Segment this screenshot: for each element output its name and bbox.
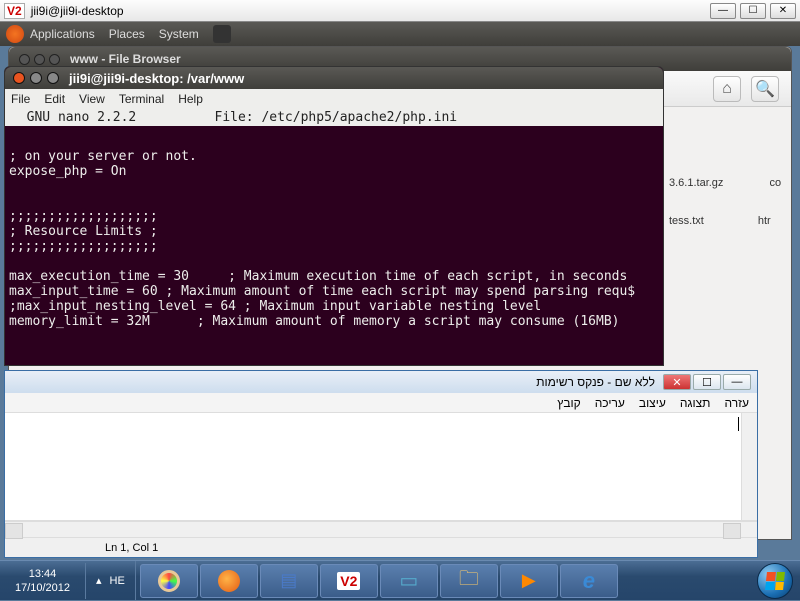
file-item[interactable]: 3.6.1.tar.gz co (669, 177, 791, 189)
fb-close-button[interactable] (19, 54, 30, 65)
vnc-title: jii9i@jii9i-desktop (31, 4, 124, 18)
file-item[interactable]: ph (669, 277, 791, 289)
gnome-menu-applications[interactable]: Applications (30, 27, 95, 41)
windows-taskbar: 13:44 17/10/2012 ▴ HE ▤ V2 ▭ 🗀 ▶ e (0, 560, 800, 600)
text-cursor (738, 417, 739, 431)
ie-icon: e (583, 568, 595, 594)
terminal-menu-view[interactable]: View (79, 92, 105, 106)
fb-minimize-button[interactable] (34, 54, 45, 65)
notepad-title: ללא שם - פנקס רשימות (11, 375, 663, 389)
gnome-panel: Applications Places System (0, 22, 800, 46)
tray-expand-icon[interactable]: ▴ (96, 574, 102, 587)
taskbar-time: 13:44 (0, 567, 85, 581)
paint-icon (158, 570, 180, 592)
file-label: 3.6.1.tar.gz (669, 177, 723, 189)
fb-home-button[interactable]: ⌂ (713, 76, 741, 102)
vnc-titlebar: V2 jii9i@jii9i-desktop — ☐ ✕ (0, 0, 800, 22)
taskbar-mediaplayer-button[interactable]: ▶ (500, 564, 558, 598)
gnome-menu-places[interactable]: Places (109, 27, 145, 41)
terminal-menu-file[interactable]: File (11, 92, 30, 106)
taskbar-vnc-button[interactable]: V2 (320, 564, 378, 598)
file-label: tess.txt (669, 215, 704, 227)
notepad-menu-file[interactable]: קובץ (557, 396, 580, 410)
taskbar-wordpad-button[interactable]: ▤ (260, 564, 318, 598)
windows-orb-icon (757, 563, 793, 599)
notepad-menubar: קובץ עריכה עיצוב תצוגה עזרה (5, 393, 757, 413)
file-label: co (769, 177, 781, 189)
start-button[interactable] (750, 561, 800, 601)
terminal-close-button[interactable] (13, 72, 25, 84)
wordpad-icon: ▤ (280, 570, 297, 591)
taskbar-ie-button[interactable]: e (560, 564, 618, 598)
terminal-title: jii9i@jii9i-desktop: /var/www (69, 71, 244, 86)
notepad-icon: ▭ (399, 568, 418, 593)
firefox-icon (218, 570, 240, 592)
notepad-menu-view[interactable]: תצוגה (680, 396, 711, 410)
terminal-content[interactable]: ; on your server or not. expose_php = On… (5, 126, 663, 337)
vnc-maximize-button[interactable]: ☐ (740, 3, 766, 19)
taskbar-explorer-button[interactable]: 🗀 (440, 564, 498, 598)
vnc-close-button[interactable]: ✕ (770, 3, 796, 19)
notepad-menu-help[interactable]: עזרה (724, 396, 749, 410)
notepad-maximize-button[interactable]: ☐ (693, 374, 721, 390)
notepad-minimize-button[interactable]: — (723, 374, 751, 390)
taskbar-firefox-button[interactable] (200, 564, 258, 598)
notepad-titlebar[interactable]: ✕ ☐ — ללא שם - פנקס רשימות (5, 371, 757, 393)
file-item[interactable]: tess.txt htr (669, 215, 791, 227)
fb-search-button[interactable]: 🔍 (751, 76, 779, 102)
taskbar-paint-button[interactable] (140, 564, 198, 598)
terminal-menu-edit[interactable]: Edit (44, 92, 65, 106)
gnome-menu-system[interactable]: System (159, 27, 199, 41)
taskbar-tasks: ▤ V2 ▭ 🗀 ▶ e (136, 561, 750, 600)
notepad-window[interactable]: ✕ ☐ — ללא שם - פנקס רשימות קובץ עריכה עי… (4, 370, 758, 558)
taskbar-clock[interactable]: 13:44 17/10/2012 (0, 563, 86, 599)
vnc-icon: V2 (337, 572, 360, 590)
terminal-window[interactable]: jii9i@jii9i-desktop: /var/www File Edit … (4, 66, 664, 366)
terminal-menu-help[interactable]: Help (178, 92, 203, 106)
language-indicator[interactable]: HE (110, 575, 125, 587)
terminal-menu-terminal[interactable]: Terminal (119, 92, 164, 106)
folder-icon: 🗀 (459, 564, 479, 598)
taskbar-tray: ▴ HE (86, 561, 136, 600)
notepad-scrollbar-horizontal[interactable] (5, 521, 757, 537)
terminal-minimize-button[interactable] (30, 72, 42, 84)
taskbar-notepad-button[interactable]: ▭ (380, 564, 438, 598)
nano-status-bar: GNU nano 2.2.2 File: /etc/php5/apache2/p… (5, 109, 663, 126)
notepad-text-area[interactable] (5, 413, 757, 521)
terminal-menubar: File Edit View Terminal Help (5, 89, 663, 109)
vnc-minimize-button[interactable]: — (710, 3, 736, 19)
file-label: htr (758, 215, 771, 227)
firefox-launcher-icon[interactable] (213, 25, 231, 43)
vnc-logo: V2 (4, 3, 25, 19)
notepad-close-button[interactable]: ✕ (663, 374, 691, 390)
fb-maximize-button[interactable] (49, 54, 60, 65)
mediaplayer-icon: ▶ (522, 570, 536, 591)
notepad-scrollbar-vertical[interactable] (741, 413, 757, 520)
notepad-menu-format[interactable]: עיצוב (639, 396, 666, 410)
ubuntu-logo-icon (6, 25, 24, 43)
terminal-titlebar[interactable]: jii9i@jii9i-desktop: /var/www (5, 67, 663, 89)
notepad-cursor-position: Ln 1, Col 1 (105, 542, 158, 554)
notepad-menu-edit[interactable]: עריכה (595, 396, 625, 410)
taskbar-date: 17/10/2012 (0, 581, 85, 595)
file-browser-title: www - File Browser (70, 52, 181, 66)
notepad-statusbar: Ln 1, Col 1 (5, 537, 757, 557)
terminal-maximize-button[interactable] (47, 72, 59, 84)
